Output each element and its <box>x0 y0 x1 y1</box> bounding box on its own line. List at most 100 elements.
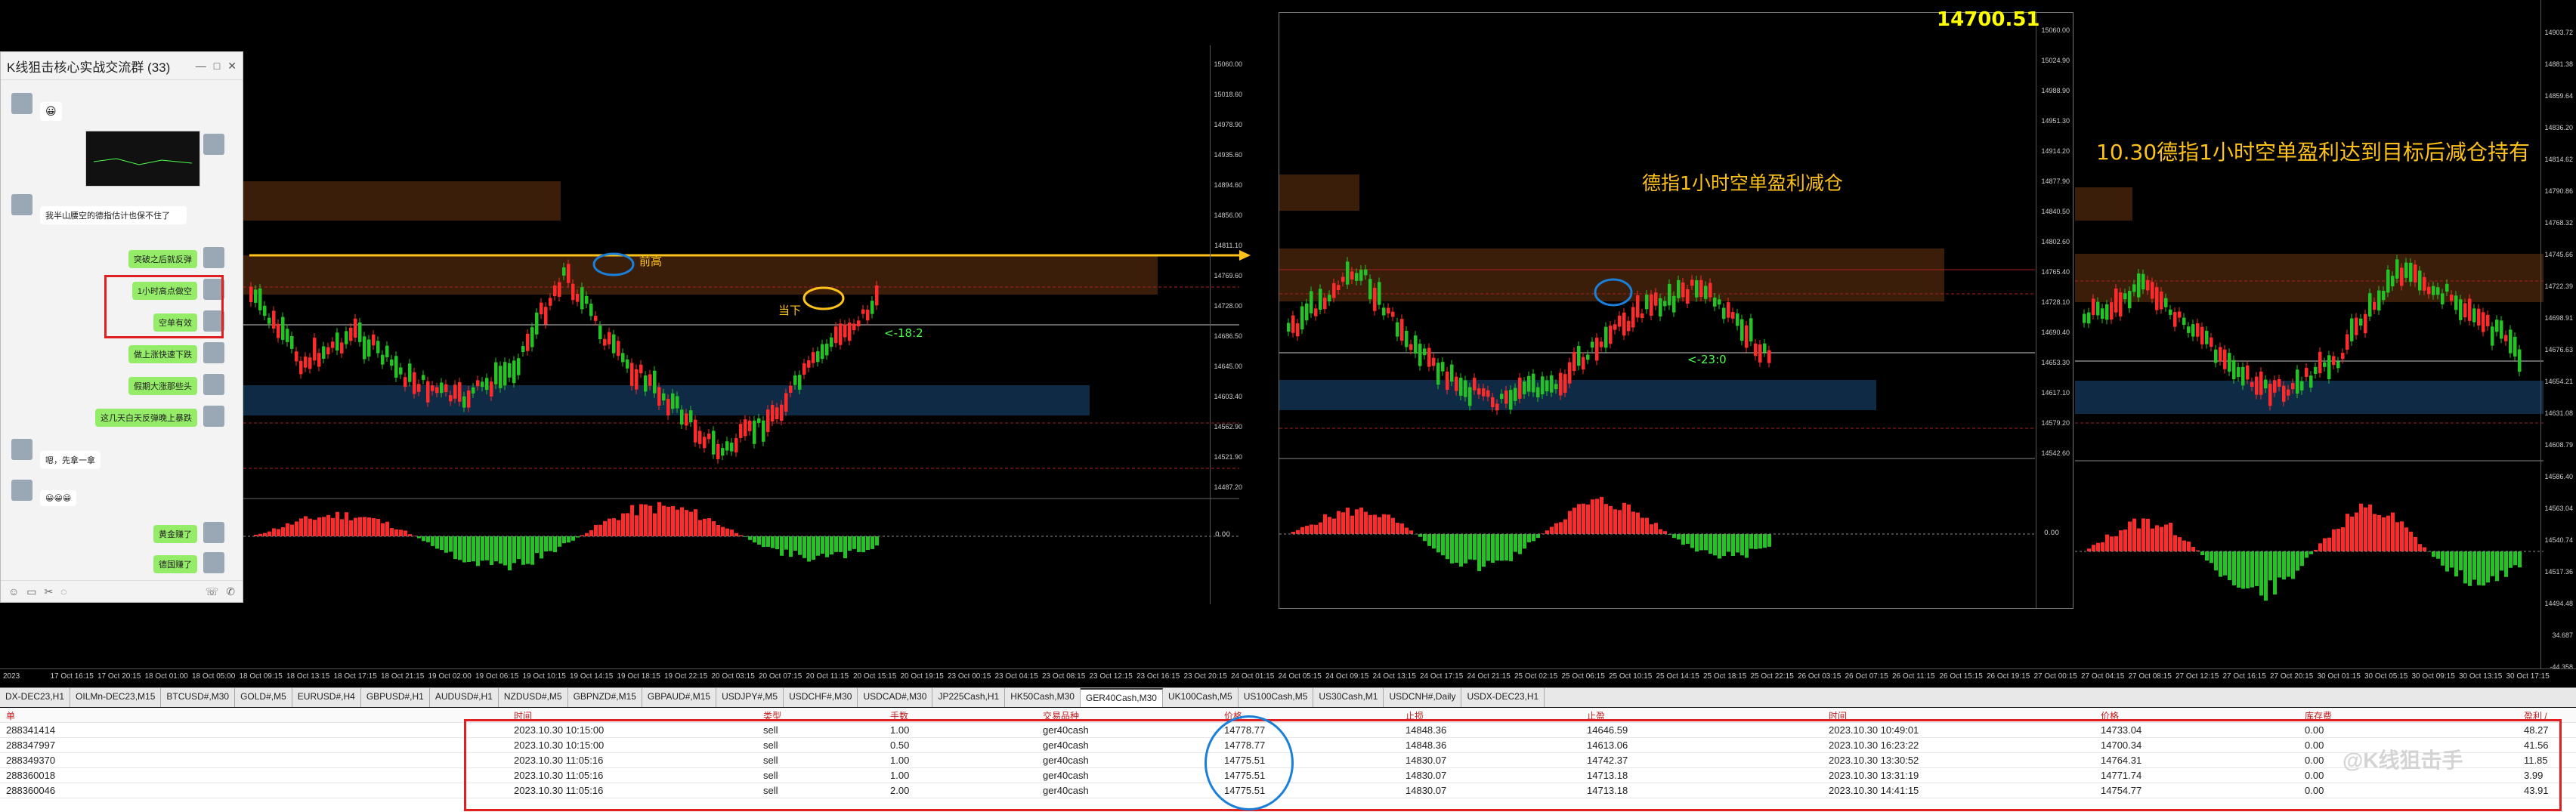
minimize-icon[interactable]: — <box>196 60 206 73</box>
macd-bar <box>603 520 607 536</box>
candle <box>558 282 561 297</box>
symbol-tab[interactable]: GBPAUD#,M15 <box>642 688 717 707</box>
candle <box>530 327 534 347</box>
symbol-tab[interactable]: EURUSD#,H4 <box>292 688 361 707</box>
chat-bubble: 德国赚了 <box>153 555 197 573</box>
symbol-tab[interactable]: DX-DEC23,H1 <box>0 688 71 707</box>
candle <box>2300 381 2304 391</box>
candle <box>1704 286 1708 299</box>
macd-bar <box>1550 526 1554 534</box>
symbol-tab[interactable]: JP225Cash,H1 <box>932 688 1006 707</box>
symbol-tab[interactable]: US100Cash,M5 <box>1239 688 1314 707</box>
voice-call-icon[interactable]: ☏ <box>206 585 219 598</box>
macd-bar <box>426 536 430 542</box>
macd-bar <box>866 536 870 551</box>
macd-bar <box>2391 512 2395 551</box>
chart1-price-axis[interactable]: 15060.00 15018.60 14978.90 14935.60 14894.60… <box>1210 45 1245 604</box>
avatar[interactable] <box>203 342 224 363</box>
chart2-price-axis[interactable]: 15060.00 15024.90 14988.90 14951.30 14914.20… <box>2036 13 2073 608</box>
macd-bar <box>558 536 561 547</box>
candle <box>830 337 833 347</box>
avatar[interactable] <box>203 374 224 395</box>
symbol-tab[interactable]: NZDUSD#,M5 <box>499 688 568 707</box>
avatar[interactable] <box>203 552 224 573</box>
macd-bar <box>1341 512 1345 534</box>
symbol-tab[interactable]: AUDUSD#,H1 <box>430 688 499 707</box>
macd-bar <box>1704 534 1708 551</box>
macd-bar <box>1686 534 1690 544</box>
macd-bar <box>435 536 439 549</box>
time-label: 26 Oct 11:15 <box>1892 672 1935 681</box>
macd-bar <box>313 520 317 536</box>
avatar[interactable] <box>11 194 32 215</box>
symbol-tab[interactable]: USDCAD#,M30 <box>858 688 933 707</box>
candle <box>295 351 298 362</box>
symbol-tab[interactable]: GER40Cash,M30 <box>1080 688 1163 707</box>
macd-bar <box>1699 534 1703 551</box>
macd-bar <box>725 528 729 536</box>
emoji-icon[interactable]: ☺ <box>8 585 19 597</box>
chat-history-icon[interactable]: ◌ <box>60 585 66 597</box>
candle <box>734 438 738 452</box>
video-call-icon[interactable]: ✆ <box>226 585 235 598</box>
time-label: 23 Oct 12:15 <box>1089 672 1133 681</box>
avatar[interactable] <box>11 439 32 460</box>
candle <box>2196 323 2200 337</box>
candle <box>1459 378 1463 396</box>
candle <box>2373 301 2377 310</box>
price-label: 14769.60 <box>1214 272 1242 279</box>
price-label: 14686.50 <box>1214 332 1242 340</box>
annot-count: <-18:2 <box>884 326 923 340</box>
macd-bar <box>1391 517 1395 534</box>
time-label: 24 Oct 09:15 <box>1325 672 1369 681</box>
symbol-tab[interactable]: USDCNH#,Daily <box>1384 688 1462 707</box>
candle <box>2173 312 2177 327</box>
maximize-icon[interactable]: □ <box>214 60 220 73</box>
candle <box>2146 279 2150 291</box>
symbol-tab[interactable]: BTCUSD#,M30 <box>161 688 236 707</box>
symbol-tab[interactable]: US30Cash,M1 <box>1313 688 1384 707</box>
candle <box>2232 360 2236 380</box>
symbol-tab[interactable]: USDCHF#,M30 <box>784 688 858 707</box>
symbol-tab[interactable]: HK50Cash,M30 <box>1005 688 1081 707</box>
folder-icon[interactable]: ▭ <box>26 585 36 598</box>
symbol-tab[interactable]: GBPUSD#,H1 <box>361 688 430 707</box>
chat-highlight-box <box>104 275 224 338</box>
macd-bar <box>1695 534 1699 552</box>
macd-bar <box>703 518 707 536</box>
price-label: 14951.30 <box>2041 117 2070 125</box>
avatar[interactable] <box>11 480 32 501</box>
price-label: 14914.20 <box>2041 147 2070 155</box>
avatar[interactable] <box>203 406 224 427</box>
avatar[interactable] <box>203 522 224 543</box>
symbol-tab[interactable]: GOLD#,M5 <box>235 688 292 707</box>
candle <box>1749 318 1753 341</box>
symbol-tab[interactable]: OILMn-DEC23,M15 <box>70 688 162 707</box>
macd-bar <box>521 536 525 565</box>
chat-image-thumbnail[interactable] <box>85 131 200 187</box>
candle <box>2114 289 2118 313</box>
candle <box>1554 384 1558 390</box>
candle <box>508 363 512 378</box>
avatar[interactable] <box>203 134 224 155</box>
chart3-price-axis[interactable]: 14903.72 14881.38 14859.64 14836.20 14814.62… <box>2540 0 2576 680</box>
avatar[interactable] <box>203 247 224 268</box>
macd-bar <box>2132 518 2136 551</box>
symbol-tab[interactable]: USDX-DEC23,H1 <box>1461 688 1545 707</box>
macd-bar <box>1455 534 1458 563</box>
symbol-tab[interactable]: USDJPY#,M5 <box>716 688 784 707</box>
candle <box>1473 378 1477 391</box>
avatar[interactable] <box>11 93 32 114</box>
symbol-tab[interactable]: UK100Cash,M5 <box>1163 688 1239 707</box>
chart-right[interactable]: 14903.72 14881.38 14859.64 14836.20 14814.62… <box>2075 0 2576 680</box>
macd-bar <box>299 518 303 536</box>
column-header[interactable]: 单 <box>6 709 15 722</box>
scissors-icon[interactable]: ✂ <box>45 585 54 598</box>
candle <box>2228 353 2231 372</box>
candle <box>281 316 285 340</box>
candle <box>594 316 598 321</box>
price-label: 14811.10 <box>1214 242 1242 249</box>
close-icon[interactable]: ✕ <box>227 60 237 73</box>
chart-overlay-middle[interactable]: 15060.00 15024.90 14988.90 14951.30 14914.20… <box>1279 8 2073 609</box>
symbol-tab[interactable]: GBPNZD#,M15 <box>568 688 642 707</box>
